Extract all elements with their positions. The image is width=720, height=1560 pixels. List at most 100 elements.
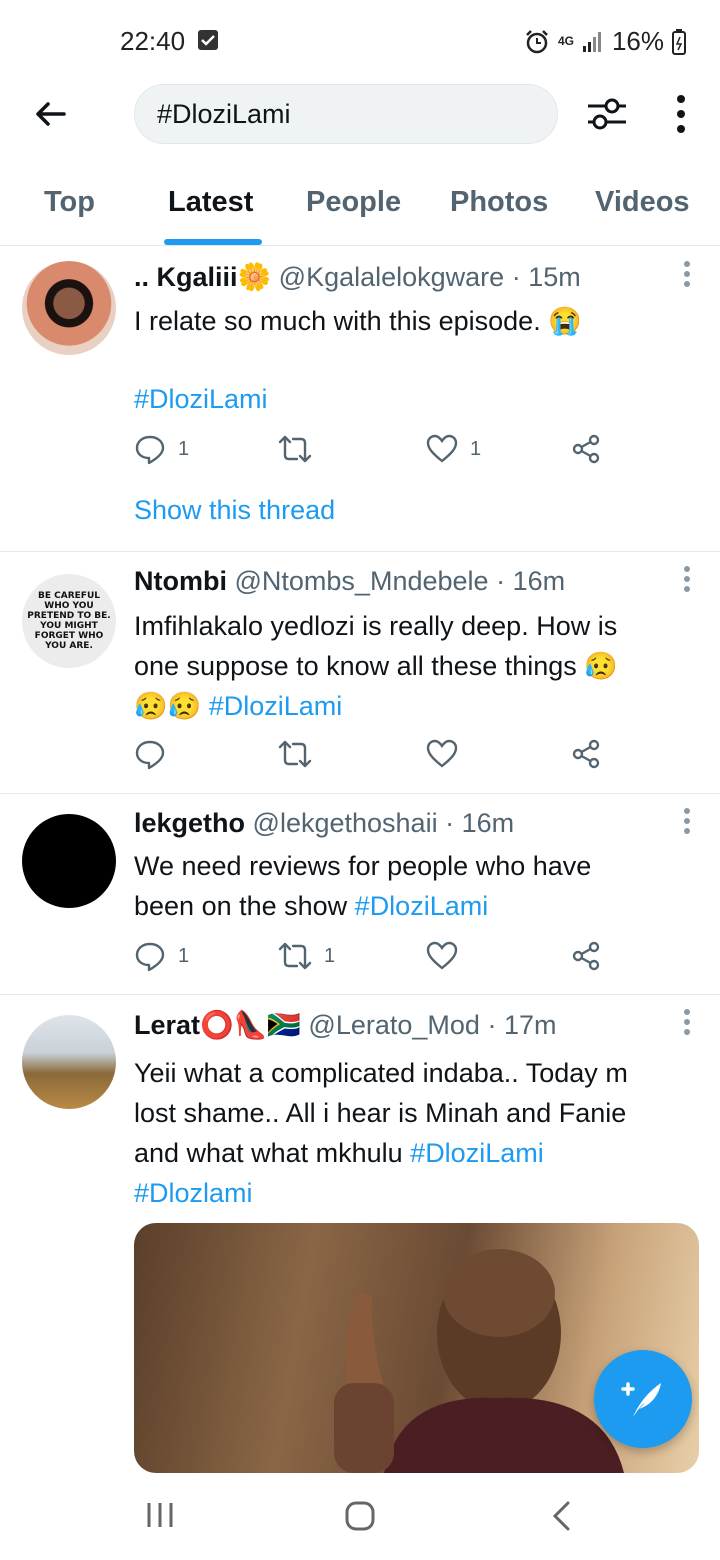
show-thread-link[interactable]: Show this thread: [134, 495, 335, 526]
hashtag-link[interactable]: #DloziLami: [410, 1138, 544, 1168]
status-time: 22:40: [120, 26, 186, 56]
active-tab-indicator: [164, 239, 262, 245]
back-arrow-icon: [36, 102, 66, 126]
tweet-actions: [134, 738, 604, 778]
tab-top[interactable]: Top: [44, 186, 95, 219]
battery-percent: 16%: [611, 26, 664, 56]
author-name[interactable]: Ntombi: [134, 566, 227, 596]
alarm-icon: [526, 29, 548, 53]
search-input[interactable]: #DloziLami: [134, 84, 558, 144]
tweet-text-fragment: and what what mkhulu: [134, 1138, 411, 1168]
author-handle[interactable]: @Lerato_Mod: [308, 1010, 480, 1040]
recents-button[interactable]: [146, 1500, 174, 1535]
like-icon: [426, 739, 458, 768]
tweet-text-line: been on the show #DloziLami: [134, 886, 704, 926]
author-handle[interactable]: @lekgethoshaii: [253, 808, 438, 838]
notification-check-icon: [198, 30, 218, 50]
status-bar: 22:40 4G 16%: [0, 0, 720, 84]
reply-count: 1: [178, 944, 190, 967]
tab-people[interactable]: People: [306, 186, 401, 219]
hashtag-link[interactable]: #DloziLami: [134, 379, 704, 419]
reply-icon: [135, 740, 165, 770]
search-filter-button[interactable]: [586, 94, 628, 134]
share-icon: [572, 434, 600, 464]
reply-icon: [135, 435, 165, 465]
separator: ·: [511, 262, 521, 292]
tab-latest[interactable]: Latest: [168, 186, 253, 219]
like-button[interactable]: 1: [426, 433, 481, 465]
avatar[interactable]: [22, 1015, 116, 1109]
author-name[interactable]: Lerat⭕👠🇿🇦: [134, 1010, 301, 1040]
tweet-menu-icon[interactable]: [682, 261, 692, 291]
retweet-button[interactable]: 1: [278, 940, 335, 972]
avatar-text: YOU MIGHT: [40, 621, 98, 631]
tweet-time: 16m: [461, 808, 515, 838]
reply-button[interactable]: 1: [134, 940, 189, 972]
tweet-text-line: Yeii what a complicated indaba.. Today m: [134, 1058, 628, 1088]
like-button[interactable]: [426, 940, 458, 972]
tweet-text-fragment: been on the show: [134, 891, 355, 921]
search-tabs: Top Latest People Photos Videos: [0, 166, 720, 246]
recents-icon: [147, 1503, 173, 1527]
retweet-button[interactable]: [278, 433, 312, 465]
separator: ·: [487, 1010, 497, 1040]
author-name[interactable]: .. Kgaliii🌼: [134, 262, 271, 292]
hashtag-link[interactable]: #DloziLami: [355, 891, 489, 921]
share-button[interactable]: [570, 738, 602, 770]
tweet-time: 16m: [512, 566, 566, 596]
status-indicators: 4G 16%: [524, 26, 686, 57]
tweet[interactable]: BE CAREFUL WHO YOU PRETEND TO BE. YOU MI…: [0, 552, 720, 794]
tweet-menu-icon[interactable]: [682, 1009, 692, 1039]
tweet-header: .. Kgaliii🌼 @Kgalalelokgware · 15m: [134, 261, 581, 293]
home-icon: [345, 1501, 375, 1531]
home-button[interactable]: [344, 1500, 376, 1537]
like-button[interactable]: [426, 738, 458, 770]
tab-photos[interactable]: Photos: [450, 186, 548, 219]
tab-videos[interactable]: Videos: [595, 186, 690, 219]
tweet-menu-icon[interactable]: [682, 808, 692, 838]
compose-icon: [621, 1382, 661, 1417]
tweet[interactable]: lekgetho @lekgethoshaii · 16m We need re…: [0, 794, 720, 995]
more-vertical-icon: [677, 95, 685, 133]
like-icon: [426, 434, 458, 463]
tweet-text-line: Imfihlakalo yedlozi is really deep. How …: [134, 611, 618, 641]
hashtag-link[interactable]: #Dlozlami: [134, 1173, 704, 1213]
avatar[interactable]: BE CAREFUL WHO YOU PRETEND TO BE. YOU MI…: [22, 574, 116, 668]
retweet-icon: [278, 435, 312, 463]
tweet-header: Ntombi @Ntombs_Mndebele · 16m: [134, 566, 565, 597]
retweet-button[interactable]: [278, 738, 312, 770]
tweet-text: I relate so much with this episode. 😭: [134, 306, 582, 336]
system-back-button[interactable]: [550, 1500, 574, 1537]
tweet-actions: 1 1: [134, 940, 604, 980]
author-handle[interactable]: @Kgalalelokgware: [279, 262, 505, 292]
search-header: #DloziLami: [0, 84, 720, 144]
hashtag-link[interactable]: #DloziLami: [209, 691, 343, 721]
tweet-text-line: one suppose to know all these things 😥: [134, 651, 618, 681]
author-handle[interactable]: @Ntombs_Mndebele: [235, 566, 489, 596]
reply-button[interactable]: 1: [134, 433, 189, 465]
share-button[interactable]: [570, 433, 602, 465]
author-name[interactable]: lekgetho: [134, 808, 245, 838]
retweet-count: 1: [324, 944, 336, 967]
tweet-text-line: lost shame.. All i hear is Minah and Fan…: [134, 1098, 627, 1128]
retweet-icon: [278, 740, 312, 768]
avatar-text: BE CAREFUL: [38, 591, 100, 601]
avatar-text: PRETEND TO BE.: [27, 611, 111, 621]
reply-button[interactable]: [134, 738, 166, 770]
tweet-menu-icon[interactable]: [682, 566, 692, 596]
separator: ·: [496, 566, 506, 596]
more-options-button[interactable]: [664, 94, 698, 134]
avatar[interactable]: [22, 261, 116, 355]
avatar-text: YOU ARE.: [45, 641, 93, 651]
avatar[interactable]: [22, 814, 116, 908]
tweet-actions: 1 1: [134, 433, 604, 473]
compose-tweet-button[interactable]: [594, 1350, 692, 1448]
tweet-text-line: and what what mkhulu #DloziLami: [134, 1133, 704, 1173]
share-button[interactable]: [570, 940, 602, 972]
back-button[interactable]: [28, 92, 72, 136]
tweet-text-line: We need reviews for people who have: [134, 851, 592, 881]
tweet-text-line: 😥😥 #DloziLami: [134, 686, 704, 726]
tweet[interactable]: .. Kgaliii🌼 @Kgalalelokgware · 15m I rel…: [0, 247, 720, 552]
tweet-time: 15m: [528, 262, 581, 292]
share-icon: [572, 739, 600, 769]
